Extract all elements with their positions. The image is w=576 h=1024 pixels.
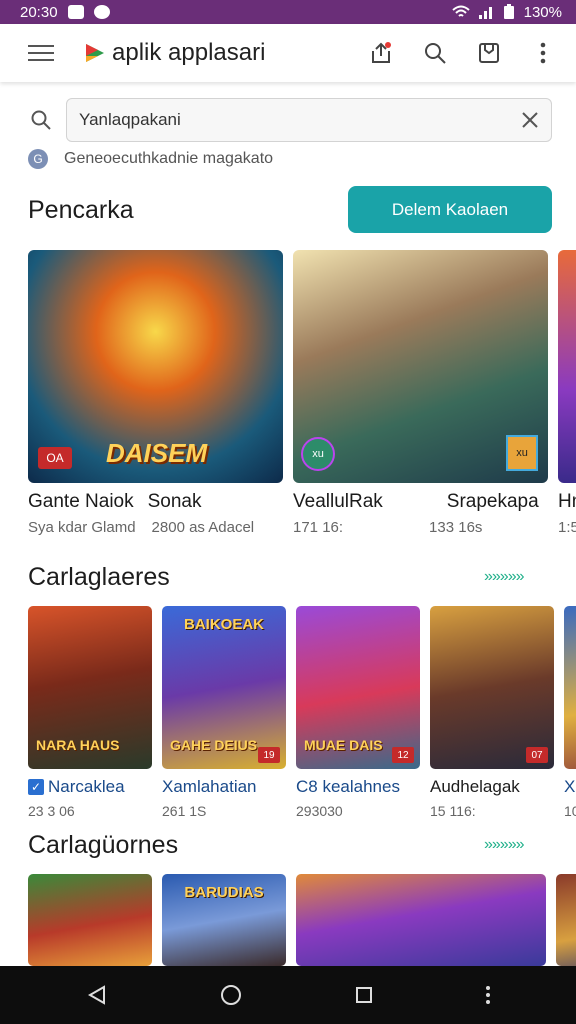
category-card[interactable]: Xa 10 bbox=[564, 606, 576, 819]
category-card-art: NARA HAUS bbox=[28, 606, 152, 769]
card-meta-secondary: 2800 as Adacel bbox=[151, 519, 255, 536]
share-icon bbox=[372, 42, 391, 63]
featured-thumbnail: xu bbox=[506, 435, 538, 471]
card-name: Audhelagak bbox=[430, 777, 520, 796]
search-suggestion[interactable]: G Geneoecuthkadnie magakato bbox=[28, 149, 273, 169]
status-time: 20:30 bbox=[20, 3, 58, 21]
search-input-value: Yanlaqpakani bbox=[79, 110, 181, 129]
search-icon bbox=[425, 43, 446, 64]
signal-icon bbox=[478, 7, 492, 19]
featured-card[interactable]: Hn 1:5 bbox=[558, 250, 576, 536]
card-meta: Sya kdar Glamd bbox=[28, 519, 136, 536]
section-title-3: Carlagüornes bbox=[28, 831, 179, 859]
featured-badge: xu bbox=[301, 437, 335, 471]
share-button[interactable] bbox=[368, 40, 394, 66]
category-card-art: 07 bbox=[430, 606, 554, 769]
see-more-arrows[interactable]: »»»»» bbox=[484, 836, 524, 854]
clear-icon[interactable] bbox=[521, 111, 539, 129]
card-name: C8 kealahnes bbox=[296, 777, 400, 796]
app-title: aplik applasari bbox=[112, 39, 266, 66]
suggestion-text: Geneoecuthkadnie magakato bbox=[64, 150, 274, 167]
category-card[interactable]: BARUDIAS bbox=[162, 874, 286, 966]
search-bar: Yanlaqpakani bbox=[26, 98, 552, 142]
category-art-label: GAHE DEIUS bbox=[170, 737, 258, 753]
battery-icon bbox=[503, 4, 514, 19]
section-title-1: Pencarka bbox=[28, 196, 134, 224]
category-card[interactable] bbox=[296, 874, 546, 966]
category-badge: 07 bbox=[526, 747, 548, 763]
hamburger-menu-icon[interactable] bbox=[28, 45, 54, 61]
app-bar: aplik applasari bbox=[0, 24, 576, 82]
section-title-2: Carlaglaeres bbox=[28, 563, 170, 591]
back-icon[interactable] bbox=[86, 984, 108, 1006]
category-art-title: BAIKOEAK bbox=[183, 616, 264, 633]
bookmark-icon bbox=[479, 43, 499, 63]
home-icon[interactable] bbox=[219, 983, 243, 1007]
overflow-menu-button[interactable] bbox=[530, 40, 556, 66]
featured-art-label: DAISEM bbox=[106, 438, 208, 468]
category-card-art bbox=[564, 606, 576, 769]
search-button[interactable] bbox=[422, 40, 448, 66]
search-input[interactable]: Yanlaqpakani bbox=[66, 98, 552, 142]
app-logo-icon bbox=[86, 44, 104, 62]
card-name: VeallulRak bbox=[293, 491, 383, 512]
featured-row: OA DAISEM Gante Naiok Sonak Sya kdar Glam… bbox=[28, 250, 576, 536]
card-name: Xa bbox=[564, 777, 576, 796]
card-meta: 261 1S bbox=[162, 803, 207, 819]
checkbox-icon[interactable]: ✓ bbox=[28, 779, 44, 795]
system-nav-bar bbox=[0, 966, 576, 1024]
category-card-art bbox=[28, 874, 152, 966]
category-card[interactable]: NARA HAUS ✓ Narcaklea 23 3 06 bbox=[28, 606, 152, 819]
category-row-2: BARUDIAS bbox=[28, 874, 576, 966]
category-card[interactable]: 07 Audhelagak 15 116: bbox=[430, 606, 554, 819]
category-badge: 12 bbox=[392, 747, 414, 763]
category-art-label: MUAE DAIS bbox=[304, 737, 383, 753]
card-meta: 23 3 06 bbox=[28, 803, 75, 819]
category-card-art: BAIKOEAK GAHE DEIUS 19 bbox=[162, 606, 286, 769]
chat-notification-icon bbox=[93, 5, 110, 19]
card-meta-secondary: 133 16s bbox=[429, 519, 483, 536]
card-name: Narcaklea bbox=[48, 777, 125, 796]
more-vert-icon[interactable] bbox=[485, 985, 491, 1005]
see-more-arrows[interactable]: »»»»» bbox=[484, 568, 524, 586]
card-meta: 10 bbox=[564, 803, 576, 819]
category-row: NARA HAUS ✓ Narcaklea 23 3 06 BAIKOEAK GA… bbox=[28, 606, 576, 819]
card-meta: 15 116: bbox=[430, 803, 476, 819]
more-vert-icon bbox=[540, 42, 546, 64]
card-meta: 171 16: bbox=[293, 519, 344, 536]
category-card[interactable] bbox=[556, 874, 576, 966]
category-card-art: BARUDIAS bbox=[162, 874, 286, 966]
featured-card-art-2 bbox=[558, 250, 576, 483]
card-name-secondary: Srapekapa bbox=[446, 491, 539, 512]
card-name: Gante Naiok bbox=[28, 491, 134, 512]
featured-card[interactable]: OA DAISEM Gante Naiok Sonak Sya kdar Glam… bbox=[28, 250, 283, 536]
card-name-secondary: Sonak bbox=[147, 491, 202, 512]
category-art-title: BARUDIAS bbox=[184, 884, 264, 901]
category-card-art: MUAE DAIS 12 bbox=[296, 606, 420, 769]
category-card[interactable] bbox=[28, 874, 152, 966]
suggestion-icon: G bbox=[28, 149, 48, 169]
recents-icon[interactable] bbox=[354, 985, 374, 1005]
card-name: Hn bbox=[558, 491, 576, 512]
image-notification-icon bbox=[67, 5, 84, 19]
featured-card[interactable]: xu xu VeallulRak Srapekapa 171 16: 133 16s bbox=[293, 250, 548, 536]
featured-card-art-0: OA DAISEM bbox=[28, 250, 283, 483]
category-card[interactable]: BAIKOEAK GAHE DEIUS 19 Xamlahatian 261 1… bbox=[162, 606, 286, 819]
section-action-button[interactable]: Delem Kaolaen bbox=[348, 186, 552, 233]
card-name: Xamlahatian bbox=[162, 777, 257, 796]
category-badge: 19 bbox=[258, 747, 280, 763]
battery-percent: 130% bbox=[523, 3, 562, 21]
category-art-label: NARA HAUS bbox=[36, 737, 120, 753]
category-card-art bbox=[296, 874, 546, 966]
bookmark-button[interactable] bbox=[476, 40, 502, 66]
featured-badge: OA bbox=[38, 447, 72, 469]
featured-card-art-1: xu xu bbox=[293, 250, 548, 483]
search-icon[interactable] bbox=[26, 105, 56, 135]
category-card[interactable]: MUAE DAIS 12 C8 kealahnes 293030 bbox=[296, 606, 420, 819]
wifi-icon bbox=[451, 5, 470, 17]
status-bar: 20:30 130% bbox=[0, 0, 576, 24]
card-meta: 1:5 bbox=[558, 519, 576, 536]
card-meta: 293030 bbox=[296, 803, 343, 819]
category-card-art bbox=[556, 874, 576, 966]
